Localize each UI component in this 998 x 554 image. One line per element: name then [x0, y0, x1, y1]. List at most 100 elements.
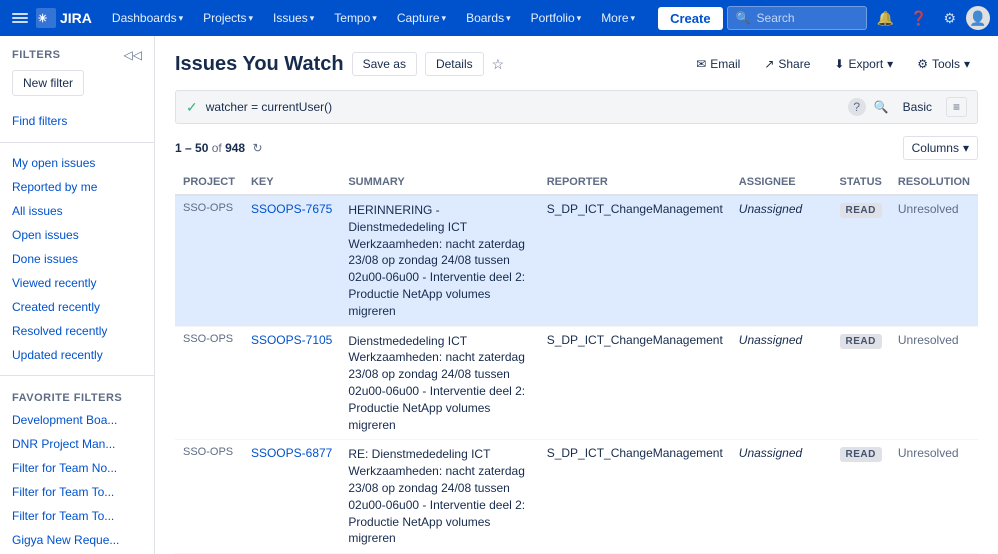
- sidebar-item-viewed-recently[interactable]: Viewed recently: [0, 271, 154, 295]
- columns-button[interactable]: Columns ▾: [903, 136, 978, 160]
- col-project[interactable]: Project: [175, 170, 243, 195]
- chevron-down-icon: ▾: [179, 13, 184, 24]
- sidebar-item-updated-recently[interactable]: Updated recently: [0, 343, 154, 367]
- cell-key[interactable]: SSOOPS-7105: [243, 326, 340, 440]
- cell-project: SSO-OPS: [175, 195, 243, 326]
- notifications-icon[interactable]: 🔔: [871, 0, 900, 36]
- sidebar-fav-gigya-new-reque[interactable]: Gigya New Reque...: [0, 528, 154, 552]
- sidebar-item-done-issues[interactable]: Done issues: [0, 247, 154, 271]
- col-resolution[interactable]: Resolution: [890, 170, 978, 195]
- nav-capture[interactable]: Capture ▾: [389, 0, 454, 36]
- jira-logo-text: JIRA: [60, 10, 92, 26]
- sidebar-fav-filter-team-to-1[interactable]: Filter for Team To...: [0, 480, 154, 504]
- cell-project: SSO-OPS: [175, 440, 243, 554]
- nav-dashboards[interactable]: Dashboards ▾: [104, 0, 191, 36]
- nav-portfolio[interactable]: Portfolio ▾: [523, 0, 590, 36]
- sidebar-fav-development-boa[interactable]: Development Boa...: [0, 408, 154, 432]
- results-range: 1 – 50: [175, 141, 208, 155]
- col-summary[interactable]: Summary: [340, 170, 538, 195]
- sidebar: FILTERS ◁◁ New filter Find filters My op…: [0, 36, 155, 554]
- chevron-down-icon: ▾: [310, 13, 315, 24]
- details-button[interactable]: Details: [425, 52, 484, 76]
- share-icon: ↗: [764, 57, 774, 71]
- sidebar-fav-filter-team-to-2[interactable]: Filter for Team To...: [0, 504, 154, 528]
- filter-search-icon[interactable]: 🔍: [874, 100, 889, 114]
- filter-help-icon[interactable]: ?: [848, 98, 866, 116]
- email-button[interactable]: ✉ Email: [688, 53, 748, 75]
- new-filter-button[interactable]: New filter: [12, 70, 84, 96]
- user-avatar[interactable]: 👤: [966, 6, 990, 30]
- cell-resolution: Unresolved: [890, 195, 978, 326]
- sidebar-fav-dnr-project-man[interactable]: DNR Project Man...: [0, 432, 154, 456]
- page-title: Issues You Watch: [175, 53, 344, 76]
- tools-button[interactable]: ⚙ Tools ▾: [909, 53, 978, 75]
- sidebar-item-resolved-recently[interactable]: Resolved recently: [0, 319, 154, 343]
- chevron-down-icon: ▾: [442, 13, 447, 24]
- col-status[interactable]: Status: [832, 170, 890, 195]
- search-box[interactable]: 🔍 Search: [727, 6, 867, 30]
- page-header: Issues You Watch Save as Details ☆ ✉ Ema…: [175, 52, 978, 76]
- cell-status: READ: [832, 440, 890, 554]
- filter-query-text[interactable]: watcher = currentUser(): [206, 100, 840, 114]
- cell-key[interactable]: SSOOPS-7675: [243, 195, 340, 326]
- sidebar-divider-2: [0, 375, 154, 376]
- main-content: Issues You Watch Save as Details ☆ ✉ Ema…: [155, 36, 998, 554]
- col-reporter[interactable]: Reporter: [539, 170, 731, 195]
- jira-logo-icon: ✳: [36, 8, 56, 28]
- share-button[interactable]: ↗ Share: [756, 53, 818, 75]
- nav-issues[interactable]: Issues ▾: [265, 0, 322, 36]
- chevron-down-icon: ▾: [506, 13, 511, 24]
- svg-text:✳: ✳: [38, 13, 47, 25]
- collapse-sidebar-icon[interactable]: ◁◁: [124, 48, 142, 62]
- cell-assignee: Unassigned: [731, 195, 832, 326]
- sidebar-item-open-issues[interactable]: Open issues: [0, 223, 154, 247]
- table-row[interactable]: SSO-OPS SSOOPS-6877 RE: Dienstmededeling…: [175, 440, 978, 554]
- cell-summary: HERINNERING - Dienstmededeling ICT Werkz…: [340, 195, 538, 326]
- search-icon: 🔍: [736, 11, 751, 25]
- chevron-down-icon: ▾: [249, 13, 254, 24]
- main-layout: FILTERS ◁◁ New filter Find filters My op…: [0, 36, 998, 554]
- find-filters-link[interactable]: Find filters: [0, 108, 154, 134]
- nav-projects[interactable]: Projects ▾: [195, 0, 261, 36]
- chevron-down-icon: ▾: [887, 57, 893, 71]
- sidebar-header: FILTERS ◁◁: [0, 48, 154, 70]
- chevron-down-icon: ▾: [372, 13, 377, 24]
- cell-summary: RE: Dienstmededeling ICT Werkzaamheden: …: [340, 440, 538, 554]
- favorite-filters-title: FAVORITE FILTERS: [0, 384, 154, 408]
- cell-status: READ: [832, 195, 890, 326]
- col-assignee[interactable]: Assignee: [731, 170, 832, 195]
- export-button[interactable]: ⬇ Export ▾: [826, 53, 901, 75]
- col-key[interactable]: Key: [243, 170, 340, 195]
- nav-more[interactable]: More ▾: [593, 0, 643, 36]
- nav-boards[interactable]: Boards ▾: [458, 0, 519, 36]
- basic-view-button[interactable]: Basic: [897, 98, 938, 116]
- cell-reporter: S_DP_ICT_ChangeManagement: [539, 195, 731, 326]
- sidebar-divider: [0, 142, 154, 143]
- table-header: Project Key Summary Reporter Assignee St…: [175, 170, 978, 195]
- nav-tempo[interactable]: Tempo ▾: [326, 0, 385, 36]
- cell-key[interactable]: SSOOPS-6877: [243, 440, 340, 554]
- header-actions: ✉ Email ↗ Share ⬇ Export ▾ ⚙ Tools ▾: [688, 53, 978, 75]
- sidebar-item-my-open-issues[interactable]: My open issues: [0, 151, 154, 175]
- hamburger-menu[interactable]: [8, 9, 32, 27]
- save-as-button[interactable]: Save as: [352, 52, 417, 76]
- help-icon[interactable]: ❓: [904, 0, 933, 36]
- sidebar-item-reported-by-me[interactable]: Reported by me: [0, 175, 154, 199]
- top-navigation: ✳ JIRA Dashboards ▾ Projects ▾ Issues ▾ …: [0, 0, 998, 36]
- settings-icon[interactable]: ⚙: [937, 0, 962, 36]
- star-icon[interactable]: ☆: [492, 56, 505, 73]
- issues-table: Project Key Summary Reporter Assignee St…: [175, 170, 978, 554]
- cell-resolution: Unresolved: [890, 440, 978, 554]
- cell-assignee: Unassigned: [731, 440, 832, 554]
- cell-reporter: S_DP_ICT_ChangeManagement: [539, 326, 731, 440]
- table-row[interactable]: SSO-OPS SSOOPS-7675 HERINNERING - Dienst…: [175, 195, 978, 326]
- table-row[interactable]: SSO-OPS SSOOPS-7105 Dienstmededeling ICT…: [175, 326, 978, 440]
- sidebar-item-all-issues[interactable]: All issues: [0, 199, 154, 223]
- refresh-icon[interactable]: ↻: [252, 141, 262, 155]
- cell-resolution: Unresolved: [890, 326, 978, 440]
- chevron-down-icon: ▾: [963, 141, 969, 155]
- sidebar-fav-filter-team-no[interactable]: Filter for Team No...: [0, 456, 154, 480]
- sidebar-item-created-recently[interactable]: Created recently: [0, 295, 154, 319]
- create-button[interactable]: Create: [658, 7, 722, 30]
- filter-options-button[interactable]: ≡: [946, 97, 967, 117]
